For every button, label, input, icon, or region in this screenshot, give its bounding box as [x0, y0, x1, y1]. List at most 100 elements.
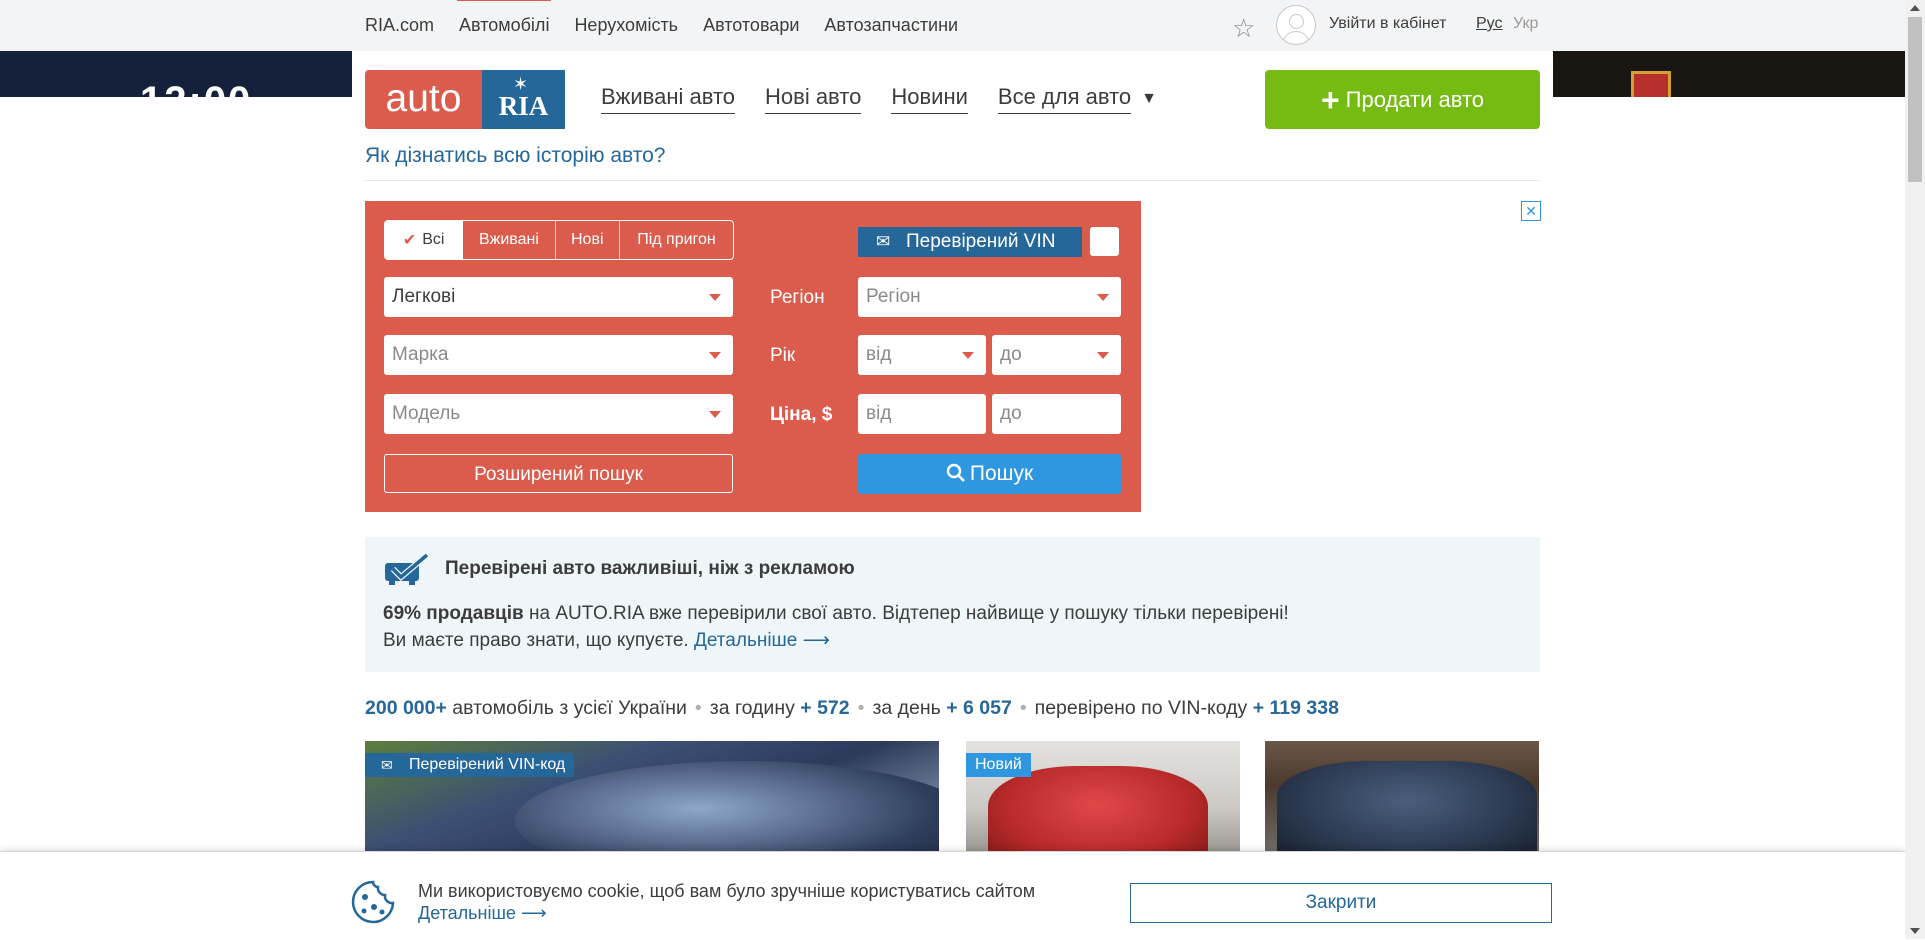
- link-auto-parts[interactable]: Автозапчастини: [824, 15, 958, 36]
- year-to-select[interactable]: до: [992, 335, 1121, 375]
- dropdown-arrow-icon: [1097, 352, 1109, 359]
- lang-ru-link[interactable]: Рус: [1476, 15, 1503, 33]
- notice-line-1: 69% продавців на AUTO.RIA вже перевірили…: [383, 603, 1289, 625]
- car-card[interactable]: [1265, 741, 1539, 851]
- header-divider: [365, 180, 1540, 181]
- brand-placeholder: Марка: [392, 344, 449, 365]
- link-real-estate[interactable]: Нерухомість: [574, 15, 678, 36]
- login-link[interactable]: Увійти в кабінет: [1329, 15, 1446, 33]
- banner-right[interactable]: [1553, 51, 1905, 97]
- notice-line-2: Ви маєте право знати, що купуєте. Деталь…: [383, 629, 830, 652]
- car-history-link[interactable]: Як дізнатись всю історію авто?: [365, 144, 665, 168]
- category-value: Легкові: [392, 286, 456, 307]
- separator-dot: •: [694, 697, 702, 719]
- region-placeholder: Регіон: [866, 286, 921, 307]
- verified-car-icon: ✉: [876, 232, 891, 251]
- link-automobiles[interactable]: Автомобілі: [457, 0, 552, 36]
- tab-new[interactable]: Нові: [556, 221, 620, 259]
- cookie-close-button[interactable]: Закрити: [1130, 883, 1552, 923]
- nav-new-cars[interactable]: Нові авто: [765, 84, 862, 114]
- condition-tabs: ✔ Всі Вживані Нові Під пригон: [384, 220, 734, 260]
- price-to-placeholder: до: [1000, 403, 1022, 424]
- ad-close-icon[interactable]: ✕: [1521, 201, 1541, 221]
- stat-total[interactable]: 200 000+: [365, 697, 447, 719]
- link-ria-com[interactable]: RIA.com: [365, 15, 434, 36]
- sell-car-button[interactable]: + Продати авто: [1265, 70, 1540, 129]
- tab-used[interactable]: Вживані: [463, 221, 556, 259]
- model-placeholder: Модель: [392, 403, 461, 424]
- verified-vin-checkbox[interactable]: [1090, 227, 1119, 256]
- auto-ria-logo[interactable]: auto RIA ✶: [365, 70, 565, 129]
- search-button[interactable]: Пошук: [858, 454, 1121, 494]
- nav-used-cars[interactable]: Вживані авто: [601, 84, 736, 114]
- region-select[interactable]: Регіон: [858, 277, 1121, 317]
- year-from-select[interactable]: від: [858, 335, 986, 375]
- dropdown-arrow-icon: [709, 411, 721, 418]
- lang-uk-link[interactable]: Укр: [1513, 15, 1538, 33]
- verified-car-icon: ✉: [381, 757, 393, 773]
- verified-vin-badge[interactable]: ✉ Перевірений VIN: [858, 227, 1082, 257]
- stat-hour-label: за годину: [709, 697, 801, 719]
- scroll-thumb[interactable]: [1908, 17, 1922, 182]
- brand-select[interactable]: Марка: [384, 335, 733, 375]
- portal-links: RIA.com Автомобілі Нерухомість Автотовар…: [365, 0, 983, 51]
- car-card[interactable]: Новий: [966, 741, 1240, 851]
- favorites-star-icon[interactable]: ☆: [1232, 13, 1255, 44]
- notice-title: Перевірені авто важливіші, ніж з рекламо…: [445, 558, 855, 579]
- stat-total-text: автомобіль з усієї України: [446, 697, 687, 719]
- verified-vin-tag-label: Перевірений VIN-код: [409, 756, 566, 773]
- new-tag: Новий: [966, 753, 1031, 777]
- dropdown-arrow-icon: [1097, 294, 1109, 301]
- stat-vin-label: перевірено по VIN-коду: [1034, 697, 1253, 719]
- crest-icon: [1631, 71, 1671, 97]
- chevron-down-icon[interactable]: ▼: [1141, 84, 1157, 114]
- nav-news[interactable]: Новини: [891, 84, 968, 114]
- notice-line-1-text: на AUTO.RIA вже перевірили свої авто. Ві…: [523, 603, 1289, 624]
- logo-star-icon: ✶: [513, 74, 529, 94]
- sell-car-label: Продати авто: [1345, 86, 1485, 112]
- tab-import[interactable]: Під пригон: [620, 221, 733, 259]
- year-from-placeholder: від: [866, 344, 892, 365]
- price-from-input[interactable]: від: [858, 394, 986, 434]
- check-icon: ✔: [402, 232, 417, 249]
- banner-left[interactable]: 12:00: [0, 51, 352, 97]
- car-photo: [1277, 761, 1537, 851]
- stat-hour-value[interactable]: + 572: [800, 697, 849, 719]
- stat-day-label: за день: [872, 697, 947, 719]
- car-card[interactable]: ✉ Перевірений VIN-код: [365, 741, 939, 851]
- search-icon: [946, 463, 965, 482]
- search-panel: ✔ Всі Вживані Нові Під пригон ✉ Перевіре…: [365, 201, 1141, 512]
- top-bar: RIA.com Автомобілі Нерухомість Автотовар…: [0, 0, 1905, 51]
- car-photo: [515, 761, 939, 851]
- model-select[interactable]: Модель: [384, 394, 733, 434]
- region-label: Регіон: [770, 287, 825, 308]
- dropdown-arrow-icon: [709, 294, 721, 301]
- dropdown-arrow-icon: [962, 352, 974, 359]
- price-from-placeholder: від: [866, 403, 892, 424]
- stats-line: 200 000+ автомобіль з усієї України • за г…: [365, 697, 1339, 720]
- nav-all-for-auto[interactable]: Все для авто: [997, 84, 1132, 114]
- stat-vin-value[interactable]: + 119 338: [1253, 697, 1339, 719]
- tab-all-label: Всі: [422, 231, 445, 248]
- advanced-search-button[interactable]: Розширений пошук: [384, 454, 733, 493]
- year-to-placeholder: до: [1000, 344, 1022, 365]
- verified-vin-tag: ✉ Перевірений VIN-код: [365, 753, 575, 777]
- tab-all[interactable]: ✔ Всі: [385, 221, 464, 259]
- cookie-more-link[interactable]: Детальніше ⟶: [418, 903, 547, 924]
- category-select[interactable]: Легкові: [384, 277, 733, 317]
- plus-icon: +: [1320, 81, 1340, 118]
- verified-vin-label: Перевірений VIN: [906, 231, 1056, 252]
- notice-more-link[interactable]: Детальніше ⟶: [694, 630, 830, 651]
- separator-dot: •: [1019, 697, 1027, 719]
- link-auto-goods[interactable]: Автотовари: [703, 15, 799, 36]
- price-to-input[interactable]: до: [992, 394, 1121, 434]
- year-label: Рік: [770, 345, 796, 366]
- stat-day-value[interactable]: + 6 057: [946, 697, 1012, 719]
- main-nav: Вживані авто Нові авто Новини Все для ав…: [601, 84, 1187, 114]
- user-avatar-icon[interactable]: [1276, 5, 1316, 45]
- cookie-icon: [351, 880, 395, 924]
- scroll-up-arrow-icon[interactable]: [1910, 5, 1920, 11]
- page-scrollbar[interactable]: [1905, 0, 1925, 939]
- search-button-label: Пошук: [969, 462, 1034, 485]
- scroll-down-arrow-icon[interactable]: [1910, 928, 1920, 934]
